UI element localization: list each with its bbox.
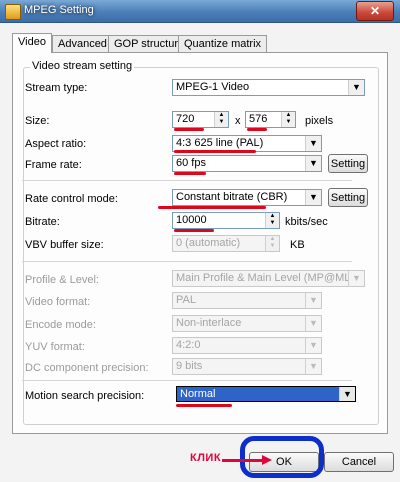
underline-height: [247, 128, 267, 131]
height-value: 576: [249, 113, 268, 125]
cancel-button[interactable]: Cancel: [324, 452, 394, 472]
rate-control-select[interactable]: Constant bitrate (CBR) ▼: [172, 189, 322, 206]
stream-type-label: Stream type:: [25, 82, 88, 94]
yuv-format-value: 4:2:0: [176, 339, 201, 351]
video-format-value: PAL: [176, 294, 196, 306]
click-annotation-text: КЛИК: [190, 452, 222, 464]
encode-mode-select: Non-interlace ▼: [172, 315, 322, 332]
frame-rate-label: Frame rate:: [25, 159, 82, 171]
width-input[interactable]: 720 ▲ ▼: [172, 111, 229, 128]
chevron-down-icon: ▼: [305, 316, 321, 331]
profile-level-value: Main Profile & Main Level (MP@ML): [176, 272, 355, 284]
encode-mode-value: Non-interlace: [176, 317, 242, 329]
vbv-buffer-label: VBV buffer size:: [25, 239, 104, 251]
frame-rate-select[interactable]: 60 fps ▼: [172, 155, 322, 172]
chevron-down-icon: ▼: [348, 271, 364, 286]
chevron-down-icon[interactable]: ▼: [305, 136, 321, 151]
vbv-buffer-value: 0 (automatic): [176, 237, 241, 249]
group-label: Video stream setting: [30, 60, 135, 72]
dc-precision-label: DC component precision:: [25, 362, 149, 374]
size-separator: x: [235, 115, 241, 127]
height-stepper[interactable]: ▲ ▼: [281, 112, 295, 127]
profile-level-select: Main Profile & Main Level (MP@ML) ▼: [172, 270, 365, 287]
dc-precision-value: 9 bits: [176, 360, 203, 372]
underline-frame-rate: [174, 172, 206, 175]
window-title: MPEG Setting: [24, 4, 94, 16]
title-bar: MPEG Setting ✕: [0, 0, 400, 23]
vbv-stepper: ▲ ▼: [265, 236, 279, 251]
divider: [22, 380, 352, 381]
chevron-down-icon: ▼: [305, 359, 321, 374]
divider: [22, 180, 352, 181]
chevron-down-icon[interactable]: ▼: [348, 80, 364, 95]
arrow-head-icon: [262, 455, 272, 465]
bitrate-label: Bitrate:: [25, 216, 60, 228]
video-format-select: PAL ▼: [172, 292, 322, 309]
underline-bitrate: [174, 229, 214, 232]
vbv-unit: KB: [290, 239, 305, 251]
chevron-down-icon: ▼: [305, 338, 321, 353]
profile-level-label: Profile & Level:: [25, 274, 99, 286]
chevron-down-icon[interactable]: ▼: [305, 190, 321, 205]
dc-precision-select: 9 bits ▼: [172, 358, 322, 375]
bitrate-stepper[interactable]: ▲ ▼: [265, 213, 279, 228]
rate-control-setting-button[interactable]: Setting: [328, 188, 368, 207]
tab-quantize-matrix[interactable]: Quantize matrix: [178, 35, 268, 52]
stream-type-select[interactable]: MPEG-1 Video ▼: [172, 79, 365, 96]
encode-mode-label: Encode mode:: [25, 319, 96, 331]
motion-search-value: Normal: [180, 388, 216, 400]
chevron-down-icon[interactable]: ▼: [339, 387, 355, 401]
aspect-ratio-value: 4:3 625 line (PAL): [176, 137, 264, 149]
width-value: 720: [176, 113, 195, 125]
aspect-ratio-label: Aspect ratio:: [25, 138, 87, 150]
arrow-icon: [222, 459, 264, 462]
chevron-down-icon: ▼: [305, 293, 321, 308]
underline-aspect-ratio: [174, 150, 256, 153]
bitrate-unit: kbits/sec: [285, 216, 328, 228]
rate-control-label: Rate control mode:: [25, 193, 118, 205]
motion-search-select[interactable]: Normal ▼: [176, 386, 356, 402]
video-format-label: Video format:: [25, 296, 91, 308]
vbv-buffer-input: 0 (automatic) ▲ ▼: [172, 235, 280, 252]
divider: [22, 261, 352, 262]
ok-highlight-circle: [240, 436, 324, 478]
frame-rate-setting-button[interactable]: Setting: [328, 154, 368, 173]
size-unit: pixels: [305, 115, 334, 127]
bitrate-value: 10000: [176, 214, 207, 226]
underline-motion-search: [176, 404, 232, 407]
bitrate-input[interactable]: 10000 ▲ ▼: [172, 212, 280, 229]
width-stepper[interactable]: ▲ ▼: [214, 112, 228, 127]
tab-video[interactable]: Video: [12, 33, 52, 53]
height-input[interactable]: 576 ▲ ▼: [245, 111, 296, 128]
underline-rate-control: [158, 206, 266, 209]
app-icon: [5, 4, 21, 20]
chevron-down-icon[interactable]: ▼: [305, 156, 321, 171]
size-label: Size:: [25, 115, 50, 127]
motion-search-label: Motion search precision:: [25, 390, 145, 402]
close-button[interactable]: ✕: [356, 1, 394, 21]
tab-advanced[interactable]: Advanced: [52, 35, 113, 52]
rate-control-value: Constant bitrate (CBR): [176, 191, 288, 203]
yuv-format-label: YUV format:: [25, 341, 85, 353]
yuv-format-select: 4:2:0 ▼: [172, 337, 322, 354]
underline-width: [174, 128, 204, 131]
frame-rate-value: 60 fps: [176, 157, 206, 169]
stream-type-value: MPEG-1 Video: [176, 81, 250, 93]
